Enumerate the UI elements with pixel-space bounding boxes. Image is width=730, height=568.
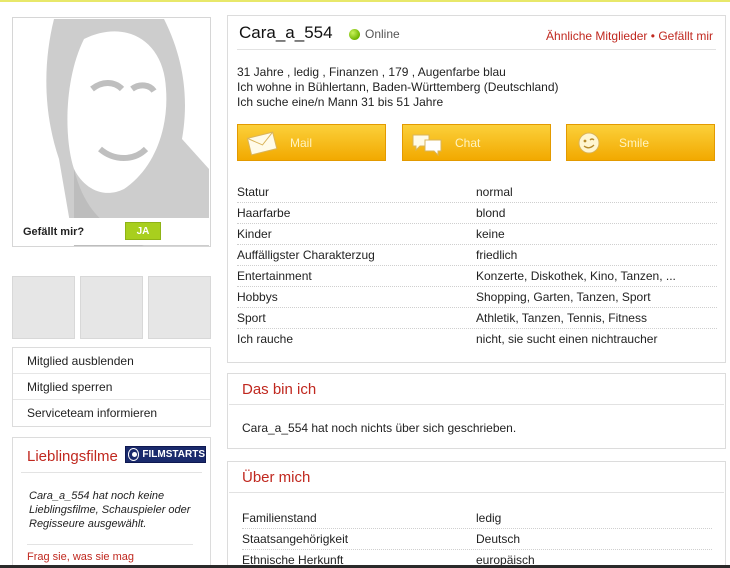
about-me-title: Über mich <box>242 469 311 486</box>
detail-value: Shopping, Garten, Tanzen, Sport <box>476 290 651 304</box>
detail-value: ledig <box>476 511 502 525</box>
contact-actions: Mail Chat Smile <box>237 124 717 162</box>
detail-key: Entertainment <box>237 269 312 283</box>
woman-silhouette-icon <box>14 19 209 246</box>
detail-key: Staatsangehörigkeit <box>242 532 349 546</box>
detail-value: keine <box>476 227 505 241</box>
table-row: Haarfarbe blond <box>237 203 717 224</box>
detail-key: Familienstand <box>242 511 317 525</box>
table-row: Statur normal <box>237 182 717 203</box>
favorite-movies-empty-text: Cara_a_554 hat noch keine Lieblingsfilme… <box>29 490 191 530</box>
table-row: Staatsangehörigkeit Deutsch <box>242 529 712 550</box>
detail-key: Kinder <box>237 227 272 241</box>
detail-value: Athletik, Tanzen, Tennis, Fitness <box>476 311 647 325</box>
about-section: Das bin ich Cara_a_554 hat noch nichts ü… <box>227 373 726 449</box>
chat-button[interactable]: Chat <box>402 124 551 161</box>
profile-username: Cara_a_554 <box>239 23 333 42</box>
detail-value: blond <box>476 206 506 220</box>
mail-icon <box>246 131 278 156</box>
table-row: Sport Athletik, Tanzen, Tennis, Fitness <box>237 308 717 329</box>
link-separator: • <box>650 29 655 43</box>
chat-button-label: Chat <box>455 136 481 150</box>
divider <box>229 404 724 405</box>
about-section-title: Das bin ich <box>242 381 317 398</box>
member-actions-menu: Mitglied ausblenden Mitglied sperren Ser… <box>12 347 211 427</box>
divider <box>27 544 193 545</box>
smile-button-label: Smile <box>619 136 650 150</box>
detail-value: Konzerte, Diskothek, Kino, Tanzen, ... <box>476 269 676 283</box>
table-row: Auffälligster Charakterzug friedlich <box>237 245 717 266</box>
top-accent-line <box>0 0 730 2</box>
thumbnail[interactable] <box>80 276 143 339</box>
left-column: Gefällt mir? JA Mitglied ausblenden Mitg… <box>12 17 211 568</box>
similar-members-link[interactable]: Ähnliche Mitglieder <box>546 29 647 43</box>
table-row: Familienstand ledig <box>242 508 712 529</box>
report-service-team-link[interactable]: Serviceteam informieren <box>13 400 210 426</box>
film-reel-icon <box>128 448 140 461</box>
ask-favorites-link[interactable]: Frag sie, was sie mag <box>27 551 134 563</box>
profile-main-box: Cara_a_554 Online Ähnliche Mitglieder • … <box>227 15 726 363</box>
online-status-label: Online <box>365 27 400 41</box>
favorite-movies-box: Lieblingsfilme FILMSTARTS Cara_a_554 hat… <box>12 437 211 568</box>
chat-icon <box>412 134 442 157</box>
like-question: Gefällt mir? <box>23 225 85 238</box>
divider <box>237 49 716 50</box>
smile-icon <box>578 132 600 154</box>
divider <box>21 472 202 473</box>
smile-button[interactable]: Smile <box>566 124 715 161</box>
table-row: Kinder keine <box>237 224 717 245</box>
about-me-section: Über mich Familienstand ledig Staatsangeh… <box>227 461 726 568</box>
detail-key: Haarfarbe <box>237 206 291 220</box>
detail-value: normal <box>476 185 513 199</box>
detail-key: Hobbys <box>237 290 278 304</box>
block-member-link[interactable]: Mitglied sperren <box>13 374 210 400</box>
table-row: Hobbys Shopping, Garten, Tanzen, Sport <box>237 287 717 308</box>
hide-member-link[interactable]: Mitglied ausblenden <box>13 348 210 374</box>
like-profile-link[interactable]: Gefällt mir <box>658 29 713 43</box>
about-section-text: Cara_a_554 hat noch nichts über sich ges… <box>242 421 517 435</box>
photo-thumbnails <box>12 276 211 339</box>
online-status-icon <box>349 29 360 40</box>
detail-key: Sport <box>237 311 266 325</box>
summary-line-location: Ich wohne in Bühlertann, Baden-Württembe… <box>237 80 559 94</box>
profile-photo-placeholder[interactable] <box>14 19 209 246</box>
filmstarts-brand: FILMSTARTS <box>142 449 205 460</box>
thumbnail[interactable] <box>148 276 211 339</box>
detail-value: nicht, sie sucht einen nichtraucher <box>476 332 658 346</box>
like-bar: Gefällt mir? JA <box>14 218 209 245</box>
table-row: Entertainment Konzerte, Diskothek, Kino, … <box>237 266 717 287</box>
thumbnail[interactable] <box>12 276 75 339</box>
detail-key: Statur <box>237 185 270 199</box>
table-row: Ich rauche nicht, sie sucht einen nichtra… <box>237 329 717 350</box>
detail-key: Auffälligster Charakterzug <box>237 248 375 262</box>
detail-value: Deutsch <box>476 532 521 546</box>
profile-summary: 31 Jahre , ledig , Finanzen , 179 , Auge… <box>237 65 559 110</box>
mail-button-label: Mail <box>290 136 313 150</box>
about-me-details-table: Familienstand ledig Staatsangehörigkeit De… <box>242 508 712 568</box>
summary-line-basics: 31 Jahre , ledig , Finanzen , 179 , Auge… <box>237 65 506 79</box>
summary-line-seeking: Ich suche eine/n Mann 31 bis 51 Jahre <box>237 95 444 109</box>
like-yes-button[interactable]: JA <box>125 222 161 240</box>
favorite-movies-title: Lieblingsfilme <box>27 448 118 465</box>
profile-photo-box: Gefällt mir? JA <box>12 17 211 247</box>
divider <box>229 492 724 493</box>
filmstarts-logo[interactable]: FILMSTARTS <box>125 446 206 463</box>
detail-value: friedlich <box>476 248 518 262</box>
profile-details-table: Statur normal Haarfarbe blond Kinder keine … <box>237 182 717 350</box>
detail-key: Ich rauche <box>237 332 294 346</box>
profile-top-links: Ähnliche Mitglieder • Gefällt mir <box>546 29 713 43</box>
mail-button[interactable]: Mail <box>237 124 386 161</box>
